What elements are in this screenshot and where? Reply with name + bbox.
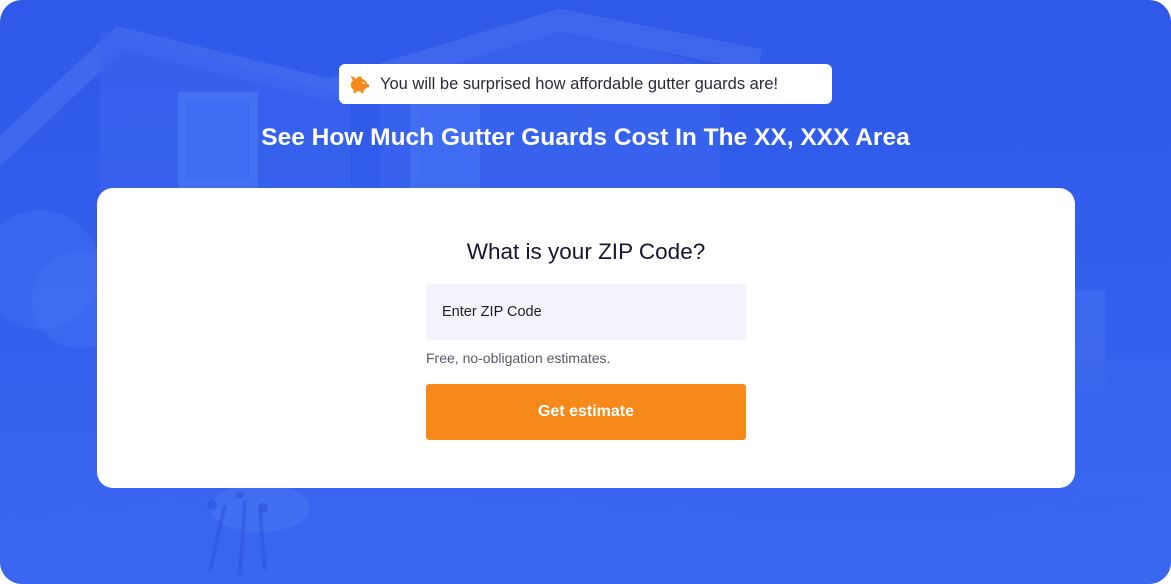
get-estimate-button[interactable]: Get estimate — [426, 384, 746, 440]
promo-banner: You will be surprised how affordable gut… — [339, 64, 832, 104]
promo-banner-text: You will be surprised how affordable gut… — [380, 74, 779, 93]
form-question: What is your ZIP Code? — [466, 239, 706, 264]
piggy-bank-icon — [350, 75, 370, 94]
hero-section: You will be surprised how affordable gut… — [0, 0, 1171, 584]
zip-form-card: What is your ZIP Code? Free, no-obligati… — [97, 188, 1075, 488]
page-title: See How Much Gutter Guards Cost In The X… — [261, 124, 910, 151]
form-note: Free, no-obligation estimates. — [426, 350, 611, 366]
zip-code-input[interactable] — [426, 284, 746, 340]
